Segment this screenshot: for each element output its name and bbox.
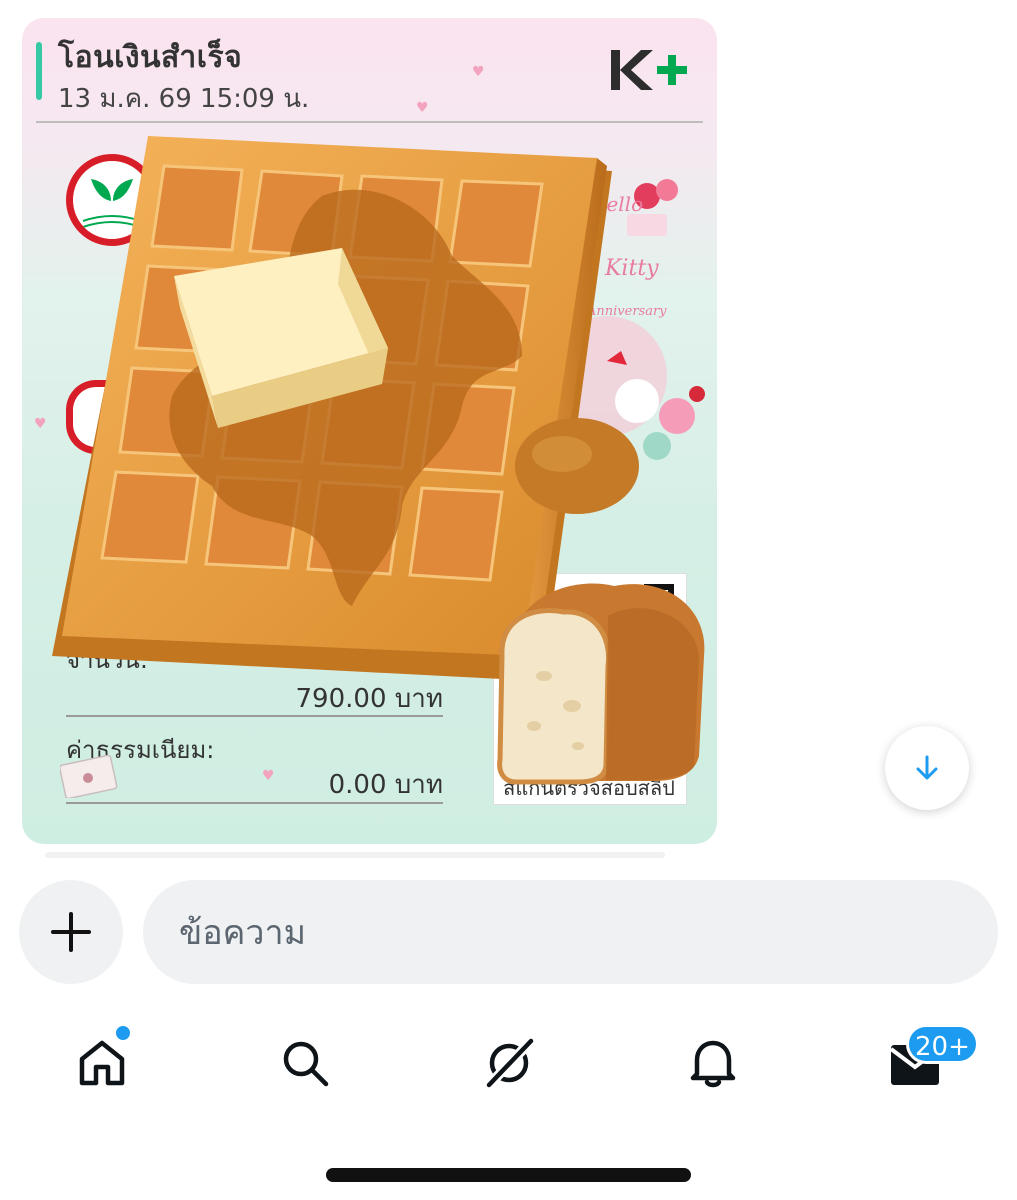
- home-notification-dot: [114, 1024, 132, 1042]
- home-icon: [79, 1040, 125, 1086]
- add-attachment-button[interactable]: [19, 880, 123, 984]
- next-message-peek: [45, 852, 665, 858]
- bell-icon: [690, 1040, 736, 1088]
- messages-count-badge: 20+: [906, 1024, 979, 1064]
- scroll-to-bottom-button[interactable]: [885, 726, 969, 810]
- slip-divider: [36, 121, 703, 123]
- tab-notifications[interactable]: [678, 1030, 748, 1096]
- grok-icon: [483, 1035, 537, 1091]
- envelope-deco: [60, 754, 118, 798]
- arrow-down-icon: [916, 755, 938, 780]
- heart-deco: ♥: [262, 768, 275, 784]
- message-input[interactable]: ข้อความ: [143, 880, 998, 984]
- tab-grok[interactable]: [474, 1030, 544, 1096]
- bread-sticker: [497, 583, 705, 785]
- message-placeholder: ข้อความ: [179, 913, 307, 953]
- amount-rule: [66, 715, 443, 717]
- slip-datetime: 13 ม.ค. 69 15:09 น.: [58, 84, 310, 114]
- heart-deco: ♥: [472, 64, 485, 80]
- fee-rule: [66, 802, 443, 804]
- amount-value: 790.00 บาท: [295, 684, 443, 714]
- kplus-logo: [611, 50, 687, 90]
- slip-title: โอนเงินสำเร็จ: [58, 40, 243, 75]
- tab-search[interactable]: [270, 1030, 340, 1096]
- heart-deco: ♥: [34, 416, 47, 432]
- slip-accent-bar: [36, 42, 42, 100]
- transfer-slip-image[interactable]: โอนเงินสำเร็จ 13 ม.ค. 69 15:09 น. ♥ ♥ ♥ …: [22, 18, 717, 844]
- home-indicator: [326, 1168, 691, 1182]
- fee-value: 0.00 บาท: [328, 770, 443, 800]
- heart-deco: ♥: [416, 100, 429, 116]
- plus-icon: [51, 912, 91, 952]
- search-icon: [283, 1041, 329, 1087]
